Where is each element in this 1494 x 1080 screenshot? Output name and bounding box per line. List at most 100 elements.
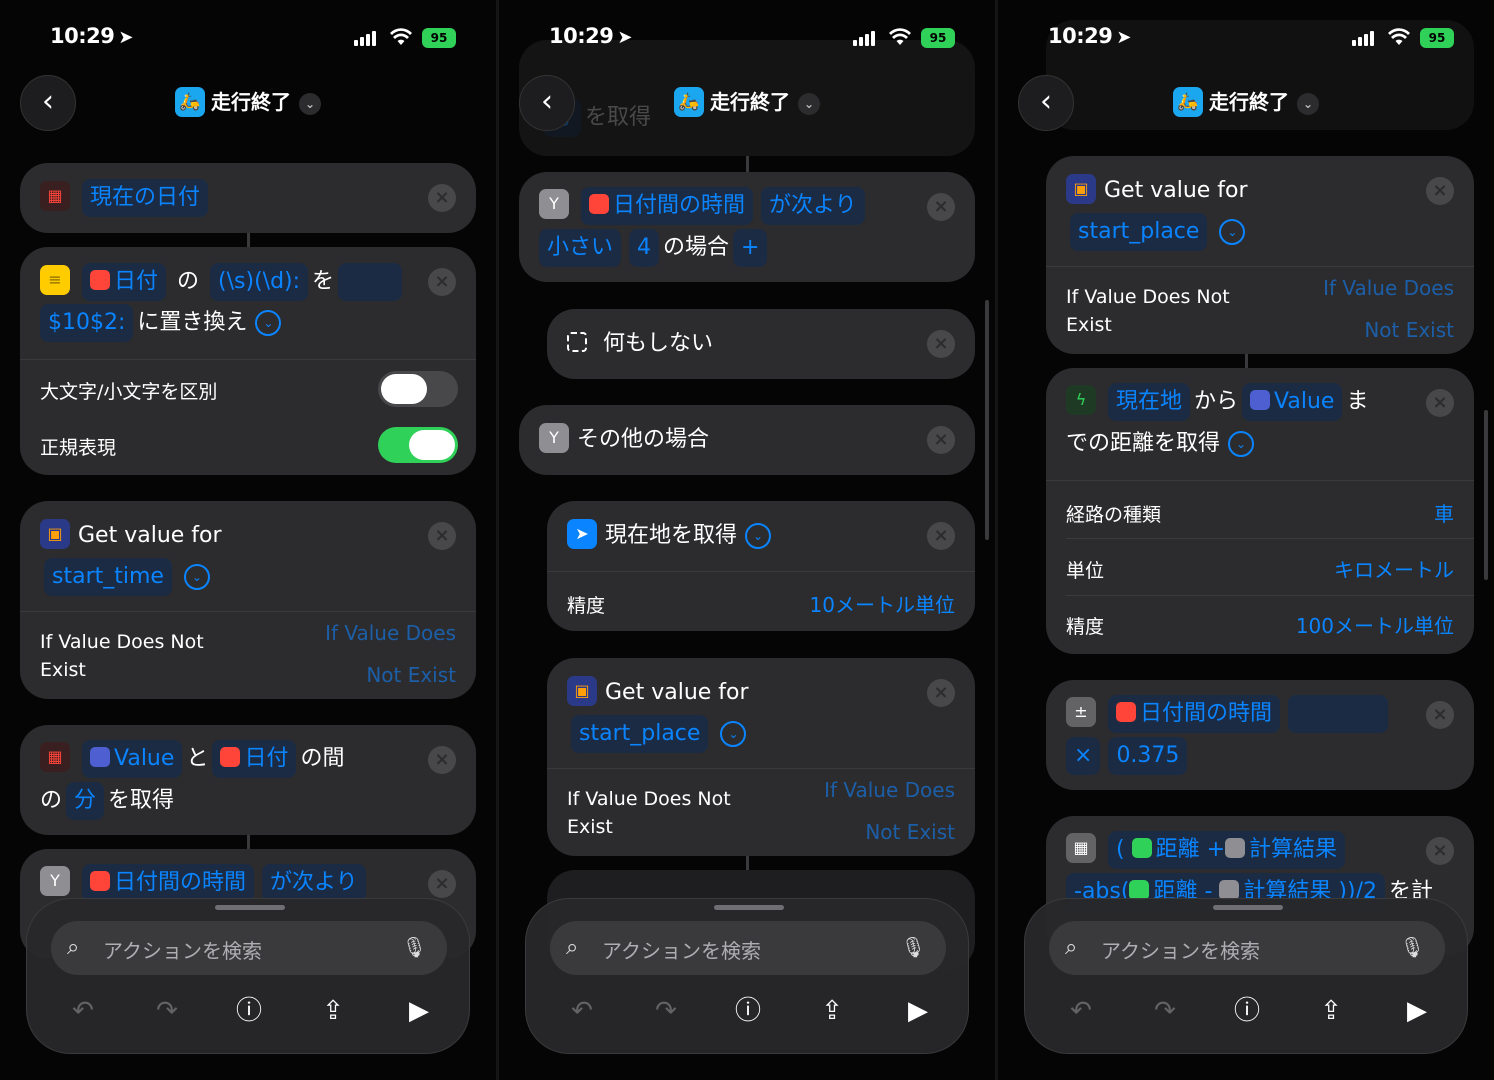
default-value-field[interactable]: If Value Does — [325, 621, 456, 645]
expand-chevron-icon[interactable]: ⌄ — [1228, 431, 1255, 457]
accuracy-value[interactable]: 100メートル単位 — [1296, 610, 1454, 639]
battery-indicator: 95 — [921, 28, 955, 48]
clock: 10:29 — [1048, 24, 1113, 48]
route-icon — [1131, 838, 1152, 858]
play-icon[interactable]: ▶ — [898, 991, 938, 1031]
default-value-field[interactable]: If Value Does — [824, 778, 955, 802]
share-icon[interactable]: ⇪ — [1311, 991, 1351, 1031]
empty-token[interactable] — [1288, 695, 1389, 733]
action-get-value-start-time[interactable]: ▣ Get value for start_time ⌄ × If Value Do… — [20, 501, 476, 699]
scrollbar[interactable] — [1484, 410, 1488, 580]
calendar-icon — [90, 270, 110, 290]
action-otherwise[interactable]: Y その他の場合 × — [519, 405, 975, 475]
info-icon[interactable]: ⓘ — [728, 991, 768, 1031]
action-search[interactable]: ⌕ アクションを検索 🎙 — [550, 921, 946, 975]
search-icon: ⌕ — [1065, 935, 1078, 960]
add-condition-button[interactable]: + — [733, 229, 768, 267]
jar-icon — [90, 747, 110, 767]
grab-handle[interactable] — [215, 905, 285, 910]
remove-action-button[interactable]: × — [428, 522, 456, 550]
cellular-signal-icon — [354, 30, 380, 46]
undo-icon[interactable]: ↶ — [1061, 991, 1101, 1031]
redo-icon[interactable]: ↷ — [646, 991, 686, 1031]
chevron-down-icon[interactable]: ⌄ — [1297, 92, 1319, 115]
action-get-value-start-place[interactable]: ▣ Get value for start_place ⌄ × If Value D… — [1046, 156, 1474, 354]
remove-action-button[interactable]: × — [927, 522, 955, 550]
action-toolbar: ⌕ アクションを検索 🎙 ↶ ↷ ⓘ ⇪ ▶ — [525, 898, 969, 1054]
route-type-value[interactable]: 車 — [1434, 498, 1454, 527]
remove-action-button[interactable]: × — [927, 679, 955, 707]
remove-action-button[interactable]: × — [927, 330, 955, 358]
location-arrow-icon: ➤ — [617, 27, 632, 48]
shortcut-title[interactable]: 🛵 走行終了 ⌄ — [499, 86, 995, 119]
screen-1: 10:29 ➤ 95 ‹ 🛵 走行終了 ⌄ ▦ 現在の日付 × ≡ 日付 の (\s)(\… — [0, 0, 496, 1080]
info-icon[interactable]: ⓘ — [1227, 991, 1267, 1031]
action-get-value-start-place[interactable]: ▣ Get value for start_place ⌄ × If Value D… — [547, 658, 975, 856]
default-value-field[interactable]: If Value Does — [1323, 276, 1454, 300]
remove-action-button[interactable]: × — [428, 746, 456, 774]
shortcut-title[interactable]: 🛵 走行終了 ⌄ — [998, 86, 1494, 119]
action-if[interactable]: Y 日付間の時間 が次より 小さい 4 の場合 + × — [519, 172, 975, 282]
cellular-signal-icon — [853, 30, 879, 46]
remove-action-button[interactable]: × — [1426, 701, 1454, 729]
accuracy-value[interactable]: 10メートル単位 — [810, 589, 955, 618]
undo-icon[interactable]: ↶ — [562, 991, 602, 1031]
undo-icon[interactable]: ↶ — [63, 991, 103, 1031]
scrollbar[interactable] — [985, 300, 989, 540]
unit-value[interactable]: キロメートル — [1334, 554, 1454, 583]
remove-action-button[interactable]: × — [428, 870, 456, 898]
calendar-icon — [220, 747, 241, 767]
regex-toggle[interactable] — [378, 427, 458, 463]
action-replace-text[interactable]: ≡ 日付 の (\s)(\d): を $10$2: に置き換え ⌄ × 大文字/小文字を… — [20, 247, 476, 475]
case-sensitive-toggle[interactable] — [378, 371, 458, 407]
chevron-down-icon[interactable]: ⌄ — [299, 92, 321, 115]
empty-token[interactable] — [338, 263, 403, 301]
grab-handle[interactable] — [1213, 905, 1283, 910]
remove-action-button[interactable]: × — [1426, 389, 1454, 417]
calendar-icon — [90, 871, 110, 891]
play-icon[interactable]: ▶ — [1397, 991, 1437, 1031]
microphone-icon[interactable]: 🎙 — [402, 935, 427, 959]
share-icon[interactable]: ⇪ — [812, 991, 852, 1031]
share-icon[interactable]: ⇪ — [313, 991, 353, 1031]
action-get-distance[interactable]: ϟ 現在地 から Value ま での距離を取得 ⌄ × 経路の種類 車 単位 キロメート… — [1046, 368, 1474, 654]
status-bar: 10:29 ➤ 95 — [499, 22, 995, 54]
route-icon — [1129, 880, 1150, 900]
remove-action-button[interactable]: × — [927, 193, 955, 221]
play-icon[interactable]: ▶ — [399, 991, 439, 1031]
action-get-current-location[interactable]: ➤ 現在地を取得 ⌄ × 精度 10メートル単位 — [547, 501, 975, 631]
chevron-down-icon[interactable]: ⌄ — [798, 92, 820, 115]
remove-action-button[interactable]: × — [428, 184, 456, 212]
remove-action-button[interactable]: × — [1426, 837, 1454, 865]
expand-chevron-icon[interactable]: ⌄ — [720, 721, 747, 747]
action-current-date[interactable]: ▦ 現在の日付 × — [20, 163, 476, 233]
microphone-icon[interactable]: 🎙 — [1400, 935, 1425, 959]
action-nothing[interactable]: 何もしない × — [547, 309, 975, 379]
case-sensitive-label: 大文字/小文字を区別 — [40, 381, 218, 403]
wifi-icon — [1388, 28, 1410, 45]
expand-chevron-icon[interactable]: ⌄ — [745, 523, 772, 549]
battery-indicator: 95 — [422, 28, 456, 48]
jar-icon: ▣ — [1066, 174, 1096, 204]
expand-chevron-icon[interactable]: ⌄ — [183, 564, 210, 590]
action-toolbar: ⌕ アクションを検索 🎙 ↶ ↷ ⓘ ⇪ ▶ — [26, 898, 470, 1054]
expand-chevron-icon[interactable]: ⌄ — [255, 310, 282, 336]
action-search[interactable]: ⌕ アクションを検索 🎙 — [1049, 921, 1445, 975]
remove-action-button[interactable]: × — [1426, 177, 1454, 205]
action-search[interactable]: ⌕ アクションを検索 🎙 — [51, 921, 447, 975]
branch-icon: Y — [539, 189, 569, 219]
shortcut-title[interactable]: 🛵 走行終了 ⌄ — [0, 86, 496, 119]
remove-action-button[interactable]: × — [428, 268, 456, 296]
expand-chevron-icon[interactable]: ⌄ — [1219, 219, 1246, 245]
remove-action-button[interactable]: × — [927, 426, 955, 454]
grab-handle[interactable] — [714, 905, 784, 910]
info-icon[interactable]: ⓘ — [229, 991, 269, 1031]
action-time-between-dates[interactable]: ▦ Value と日付 の間 の分を取得 × — [20, 725, 476, 835]
redo-icon[interactable]: ↷ — [1145, 991, 1185, 1031]
action-calculate[interactable]: ± 日付間の時間 × 0.375 × — [1046, 680, 1474, 790]
scooter-icon: 🛵 — [175, 86, 205, 117]
microphone-icon[interactable]: 🎙 — [901, 935, 926, 959]
calendar-icon: ▦ — [40, 181, 70, 211]
branch-icon: Y — [539, 423, 569, 453]
redo-icon[interactable]: ↷ — [147, 991, 187, 1031]
